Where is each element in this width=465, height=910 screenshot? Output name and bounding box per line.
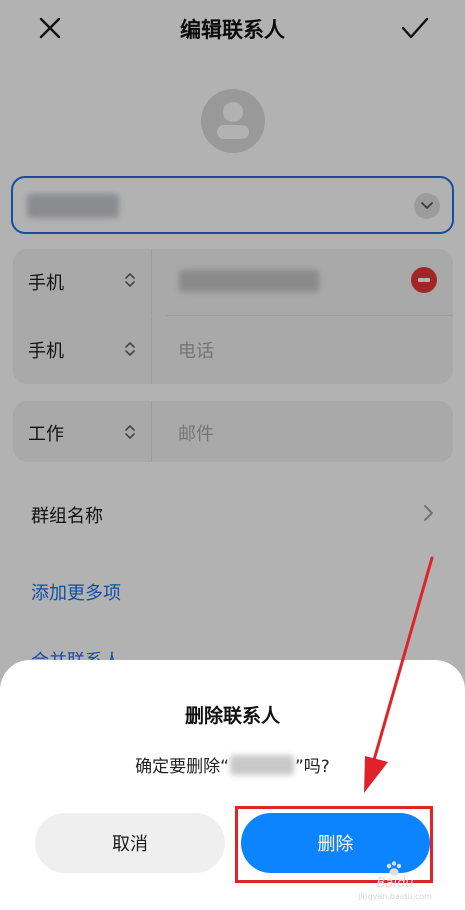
watermark-url: jingyan.baidu.com [358, 892, 432, 901]
watermark-text: Baidu [376, 876, 414, 891]
annotation-arrow [364, 556, 434, 793]
watermark: Baidu jingyan.baidu.com [345, 858, 445, 902]
